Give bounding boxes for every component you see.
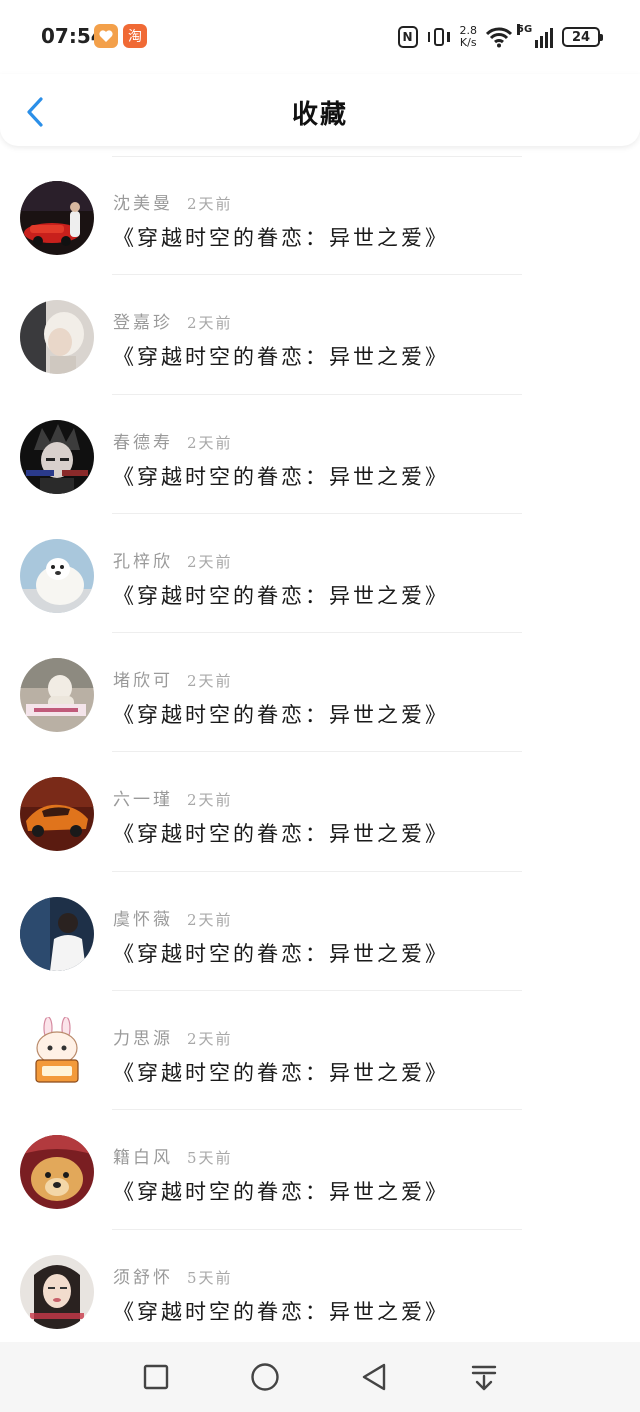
avatar xyxy=(20,538,94,613)
status-icons: N 2.8 K/s 5G 24 xyxy=(397,22,603,52)
page-title: 收藏 xyxy=(291,100,348,130)
taobao-app-label: 淘 xyxy=(128,29,142,45)
item-time: 2天前 xyxy=(187,910,233,929)
notification-pulldown-button[interactable] xyxy=(467,1360,501,1394)
network-speed: 2.8 K/s xyxy=(460,25,478,49)
item-meta: 六一瑾 2天前 xyxy=(113,785,233,810)
item-meta: 籍白风 5天前 xyxy=(113,1143,233,1168)
item-title: 《穿越时空的眷恋：异世之爱》 xyxy=(113,583,449,608)
list-item[interactable]: 孔梓欣 2天前 《穿越时空的眷恋：异世之爱》 xyxy=(0,514,640,634)
app-header: 收藏 xyxy=(0,74,640,146)
item-meta: 须舒怀 5天前 xyxy=(113,1263,233,1288)
item-meta: 虞怀薇 2天前 xyxy=(113,905,233,930)
nfc-label: N xyxy=(402,30,413,44)
list-item[interactable]: 籍白风 5天前 《穿越时空的眷恋：异世之爱》 xyxy=(0,1110,640,1230)
recents-square-icon xyxy=(143,1364,169,1390)
item-meta: 力思源 2天前 xyxy=(113,1024,233,1049)
avatar xyxy=(20,181,94,255)
list-item[interactable]: 力思源 2天前 《穿越时空的眷恋：异世之爱》 xyxy=(0,991,640,1111)
home-button[interactable] xyxy=(248,1360,282,1394)
avatar xyxy=(20,419,94,494)
item-title: 《穿越时空的眷恋：异世之爱》 xyxy=(113,1180,449,1205)
list-item[interactable]: 春德寿 2天前 《穿越时空的眷恋：异世之爱》 xyxy=(0,395,640,515)
user-name: 籍白风 xyxy=(113,1148,173,1169)
item-title: 《穿越时空的眷恋：异世之爱》 xyxy=(113,345,449,370)
list-item[interactable]: 堵欣可 2天前 《穿越时空的眷恋：异世之爱》 xyxy=(0,633,640,753)
item-title: 《穿越时空的眷恋：异世之爱》 xyxy=(113,703,449,728)
avatar xyxy=(20,1016,94,1091)
list-item[interactable]: 六一瑾 2天前 《穿越时空的眷恋：异世之爱》 xyxy=(0,752,640,873)
item-time: 2天前 xyxy=(187,791,233,810)
back-nav-button[interactable] xyxy=(358,1360,392,1394)
user-name: 力思源 xyxy=(113,1029,173,1050)
item-title: 《穿越时空的眷恋：异世之爱》 xyxy=(113,1299,449,1324)
heart-app-icon xyxy=(94,24,118,48)
network-type: 5G xyxy=(517,24,533,35)
item-meta: 堵欣可 2天前 xyxy=(113,666,233,691)
avatar xyxy=(20,658,94,733)
notification-pulldown-icon xyxy=(471,1365,497,1391)
status-bar: 07:54 淘 N 2.8 K/s 5G 24 xyxy=(0,0,640,74)
list-item[interactable]: 须舒怀 5天前 《穿越时空的眷恋：异世之爱》 xyxy=(0,1230,640,1350)
system-nav-bar xyxy=(0,1342,640,1412)
item-time: 5天前 xyxy=(187,1268,233,1287)
item-time: 2天前 xyxy=(187,672,233,691)
wifi-icon xyxy=(486,27,512,48)
item-time: 5天前 xyxy=(187,1149,233,1168)
item-title: 《穿越时空的眷恋：异世之爱》 xyxy=(113,822,449,847)
item-title: 《穿越时空的眷恋：异世之爱》 xyxy=(113,1061,449,1086)
avatar xyxy=(20,1254,94,1329)
item-meta: 春德寿 2天前 xyxy=(113,428,233,453)
user-name: 堵欣可 xyxy=(113,671,173,692)
item-meta: 孔梓欣 2天前 xyxy=(113,547,233,572)
user-name: 沈美曼 xyxy=(113,194,173,214)
item-meta: 沈美曼 2天前 xyxy=(113,189,233,214)
item-time: 2天前 xyxy=(187,1030,233,1049)
item-title: 《穿越时空的眷恋：异世之爱》 xyxy=(113,226,449,250)
avatar xyxy=(20,300,94,375)
item-time: 2天前 xyxy=(187,552,233,571)
avatar xyxy=(20,777,94,852)
item-meta: 登嘉珍 2天前 xyxy=(113,308,233,333)
user-name: 登嘉珍 xyxy=(113,313,173,334)
user-name: 六一瑾 xyxy=(113,790,173,811)
nfc-icon: N xyxy=(397,26,418,48)
avatar xyxy=(20,1135,94,1210)
item-title: 《穿越时空的眷恋：异世之爱》 xyxy=(113,941,449,966)
item-title: 《穿越时空的眷恋：异世之爱》 xyxy=(113,464,449,489)
favorites-list: 沈美曼 2天前 《穿越时空的眷恋：异世之爱》 登嘉珍 2天前 《穿越时空的眷恋：异世… xyxy=(0,156,640,1350)
taobao-app-icon: 淘 xyxy=(123,24,147,48)
cellular-signal-icon: 5G xyxy=(517,24,553,48)
battery-icon: 24 xyxy=(562,27,603,47)
item-time: 2天前 xyxy=(187,433,233,452)
user-name: 春德寿 xyxy=(113,432,173,453)
list-item[interactable]: 登嘉珍 2天前 《穿越时空的眷恋：异世之爱》 xyxy=(0,275,640,395)
list-item[interactable]: 虞怀薇 2天前 《穿越时空的眷恋：异世之爱》 xyxy=(0,872,640,992)
network-speed-unit: K/s xyxy=(459,36,477,49)
avatar xyxy=(20,896,94,971)
user-name: 虞怀薇 xyxy=(113,909,173,930)
back-triangle-icon xyxy=(362,1363,386,1391)
user-name: 须舒怀 xyxy=(113,1267,173,1288)
home-circle-icon xyxy=(251,1363,279,1391)
user-name: 孔梓欣 xyxy=(113,551,173,572)
vibrate-icon xyxy=(427,26,451,48)
battery-level: 24 xyxy=(571,29,591,45)
recents-button[interactable] xyxy=(139,1360,173,1394)
item-time: 2天前 xyxy=(187,314,233,333)
list-item[interactable]: 沈美曼 2天前 《穿越时空的眷恋：异世之爱》 xyxy=(0,156,640,276)
item-time: 2天前 xyxy=(187,195,233,213)
